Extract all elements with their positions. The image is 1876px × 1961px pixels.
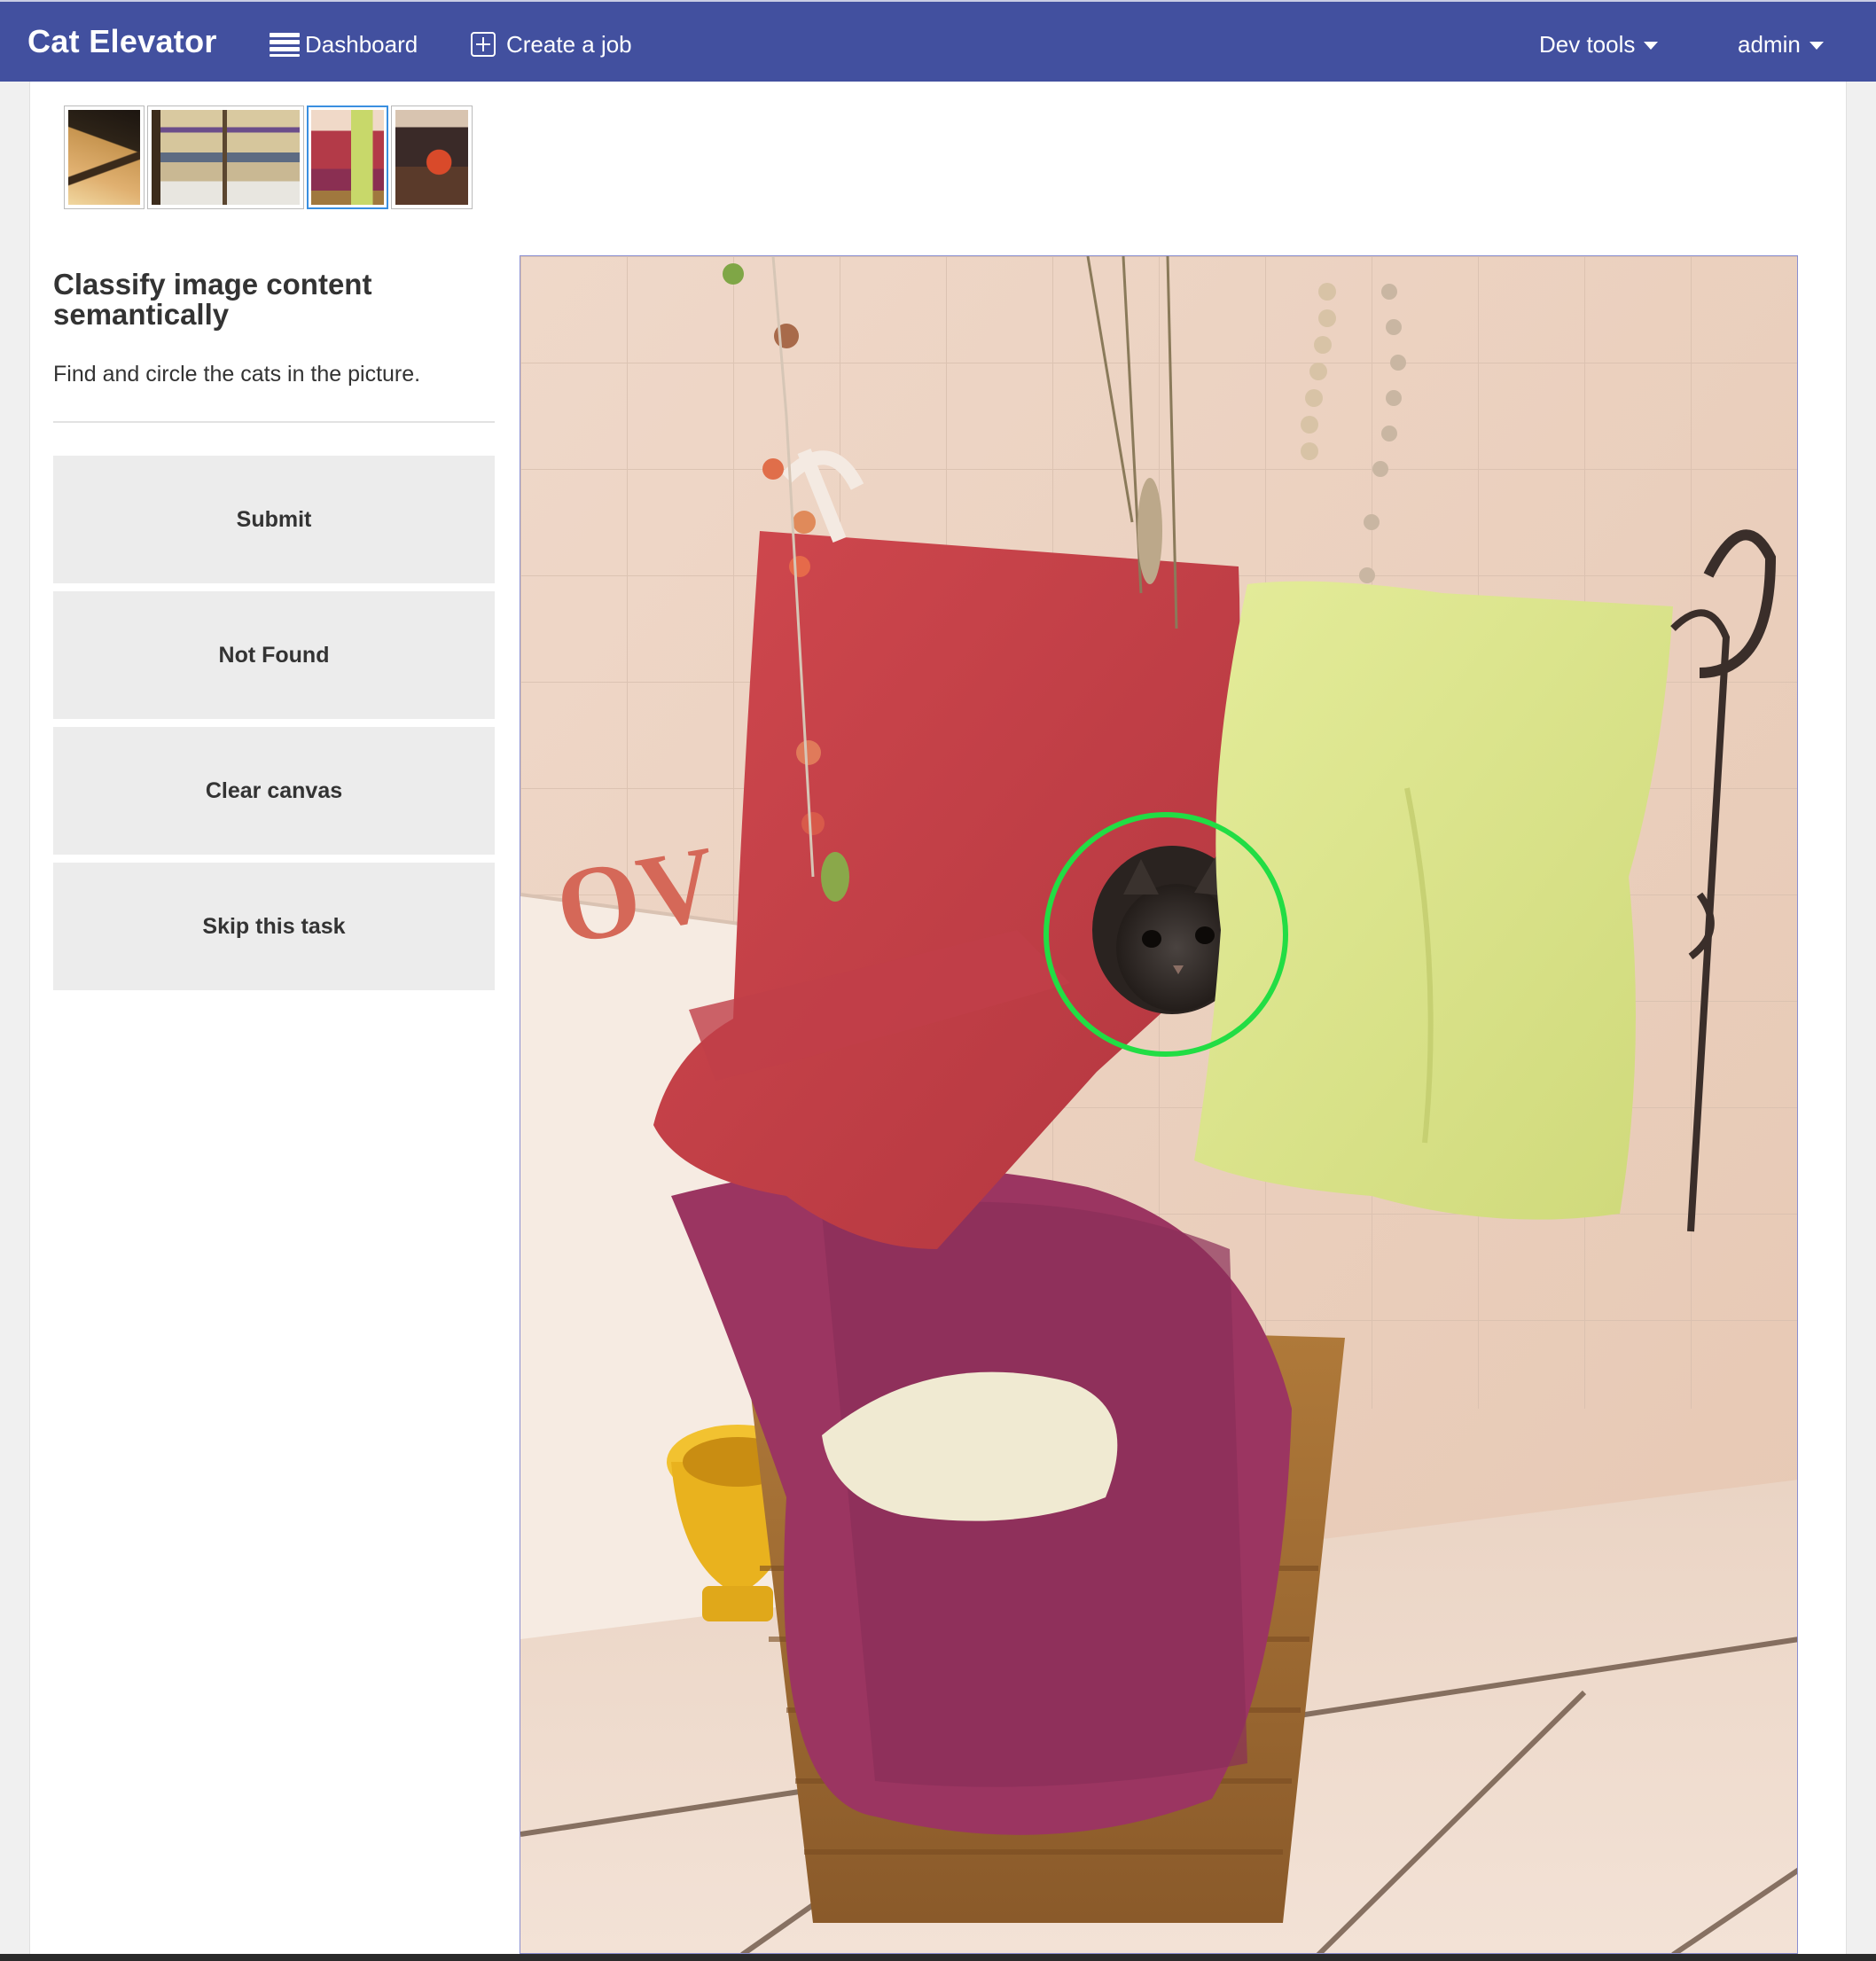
caret-down-icon [1644, 41, 1659, 50]
task-instructions: Find and circle the cats in the picture. [53, 362, 421, 387]
not-found-button[interactable]: Not Found [53, 591, 495, 719]
submit-button[interactable]: Submit [53, 456, 495, 583]
thumbnail-image-selected[interactable] [307, 105, 388, 209]
thumbnail-preview [152, 110, 300, 205]
image-thumbnail-strip [64, 105, 473, 209]
thumbnail-image[interactable] [147, 105, 304, 209]
plus-square-icon [471, 32, 496, 57]
task-photo: OV [520, 256, 1797, 1953]
skip-task-button[interactable]: Skip this task [53, 863, 495, 990]
brand-logo[interactable]: Cat Elevator [27, 23, 217, 60]
thumbnail-image[interactable] [391, 105, 473, 209]
annotation-canvas[interactable]: OV [520, 255, 1798, 1954]
user-menu-dropdown[interactable]: admin [1738, 27, 1824, 62]
clear-canvas-button[interactable]: Clear canvas [53, 727, 495, 855]
window-bottom-edge [0, 1954, 1876, 1961]
dev-tools-dropdown[interactable]: Dev tools [1539, 27, 1659, 62]
sidebar-divider [53, 421, 495, 423]
user-menu-label: admin [1738, 30, 1801, 58]
thumbnail-preview [68, 110, 140, 205]
thumbnail-preview [395, 110, 468, 205]
nav-dashboard-label: Dashboard [305, 30, 418, 58]
dev-tools-label: Dev tools [1539, 30, 1636, 58]
thumbnail-preview [311, 110, 384, 205]
task-title: Classify image content semantically [53, 268, 372, 331]
thumbnail-image[interactable] [64, 105, 145, 209]
nav-create-job-link[interactable]: Create a job [471, 27, 632, 62]
nav-create-job-label: Create a job [506, 30, 632, 58]
caret-down-icon [1809, 41, 1824, 50]
top-navbar: Cat Elevator Dashboard Create a job Dev … [0, 0, 1876, 82]
nav-dashboard-link[interactable]: Dashboard [270, 27, 418, 62]
dashboard-list-icon [270, 32, 300, 57]
